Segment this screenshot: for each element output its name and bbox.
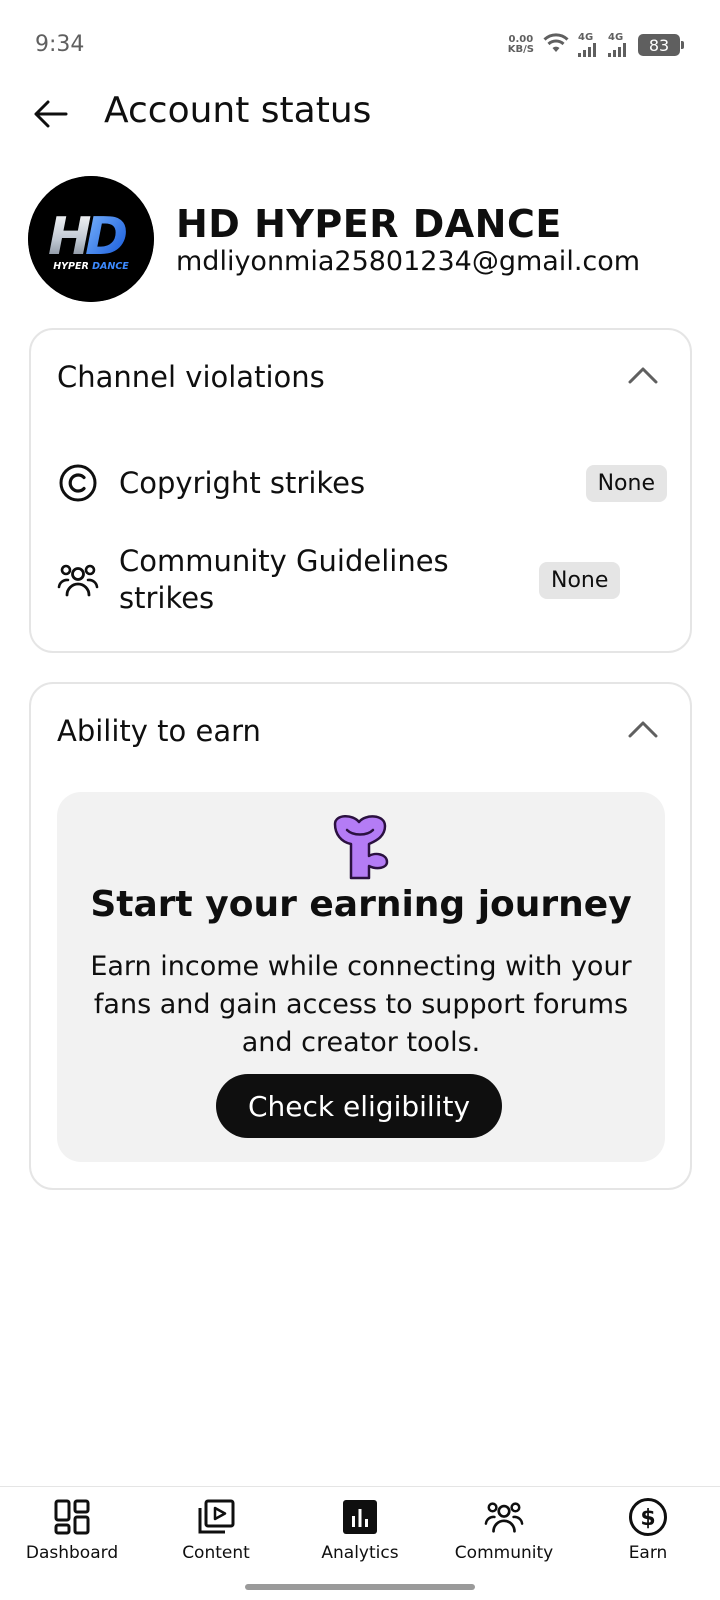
page-title: Account status: [104, 90, 372, 131]
mascot-icon: [333, 815, 389, 880]
dashboard-icon: [52, 1497, 92, 1537]
nav-label: Community: [454, 1543, 554, 1563]
check-eligibility-button[interactable]: Check eligibility: [216, 1074, 502, 1138]
nav-content[interactable]: Content: [144, 1497, 288, 1577]
card-title: Channel violations: [57, 360, 325, 394]
status-badge: None: [539, 561, 621, 599]
signal-2-label: 4G: [608, 32, 624, 43]
channel-info: H D HYPER DANCE HD HYPER DANCE mdliyonmi…: [28, 176, 692, 302]
earn-icon: $: [628, 1497, 668, 1537]
channel-logo: H D HYPER DANCE: [28, 176, 154, 302]
status-icons: 0.00 KB/S 4G 4G 83: [508, 30, 684, 60]
nav-earn[interactable]: $ Earn: [576, 1497, 720, 1577]
card-title: Ability to earn: [57, 714, 261, 748]
avatar: H D HYPER DANCE: [28, 176, 154, 302]
earn-description: Earn income while connecting with your f…: [90, 951, 632, 1058]
ability-to-earn-card: Ability to earn Start your earning journ…: [29, 682, 692, 1190]
net-speed-unit: KB/S: [507, 44, 534, 55]
nav-label: Analytics: [321, 1543, 399, 1563]
nav-analytics[interactable]: Analytics: [288, 1497, 432, 1577]
bottom-navigation: Dashboard Content Analytics Community $ …: [0, 1486, 720, 1600]
nav-label: Earn: [628, 1543, 668, 1563]
chevron-up-icon[interactable]: [626, 718, 660, 742]
app-header: Account status: [0, 80, 720, 150]
status-badge: None: [585, 464, 667, 502]
svg-text:$: $: [640, 1506, 655, 1531]
earning-journey-panel: Start your earning journey Earn income w…: [57, 792, 665, 1162]
nav-dashboard[interactable]: Dashboard: [0, 1497, 144, 1577]
community-icon: [484, 1497, 524, 1537]
nav-community[interactable]: Community: [432, 1497, 576, 1577]
row-label: Community Guidelines strikes: [119, 544, 449, 615]
earn-heading: Start your earning journey: [90, 884, 632, 925]
channel-violations-card: Channel violations Copyright strikes Non…: [29, 328, 692, 653]
community-guidelines-row[interactable]: Community Guidelines strikes None: [57, 540, 667, 620]
signal-bars-icon: [578, 43, 596, 57]
battery-icon: 83: [638, 34, 684, 56]
copyright-strikes-row[interactable]: Copyright strikes None: [57, 458, 667, 508]
status-time: 9:34: [35, 32, 85, 57]
community-icon: [57, 559, 99, 601]
wifi-icon: [542, 32, 570, 58]
nav-label: Content: [182, 1543, 250, 1563]
logo-d: D: [85, 207, 128, 267]
back-button[interactable]: [28, 92, 72, 136]
home-indicator[interactable]: [245, 1584, 475, 1590]
signal-bars-icon: [608, 43, 626, 57]
signal-1: 4G: [578, 33, 600, 57]
battery-level: 83: [648, 35, 670, 55]
channel-email: mdliyonmia25801234@gmail.com: [176, 246, 641, 277]
signal-1-label: 4G: [578, 32, 594, 43]
analytics-icon: [340, 1497, 380, 1537]
signal-2: 4G: [608, 33, 630, 57]
logo-subtext: HYPER DANCE: [53, 261, 129, 272]
chevron-up-icon[interactable]: [626, 364, 660, 388]
channel-name: HD HYPER DANCE: [176, 202, 562, 246]
content-icon: [196, 1497, 236, 1537]
nav-label: Dashboard: [25, 1543, 119, 1563]
arrow-left-icon: [34, 100, 68, 128]
status-bar: 9:34 0.00 KB/S 4G 4G 83: [0, 0, 720, 92]
net-speed: 0.00 KB/S: [508, 35, 534, 55]
copyright-icon: [57, 462, 99, 504]
row-label: Copyright strikes: [119, 465, 366, 500]
